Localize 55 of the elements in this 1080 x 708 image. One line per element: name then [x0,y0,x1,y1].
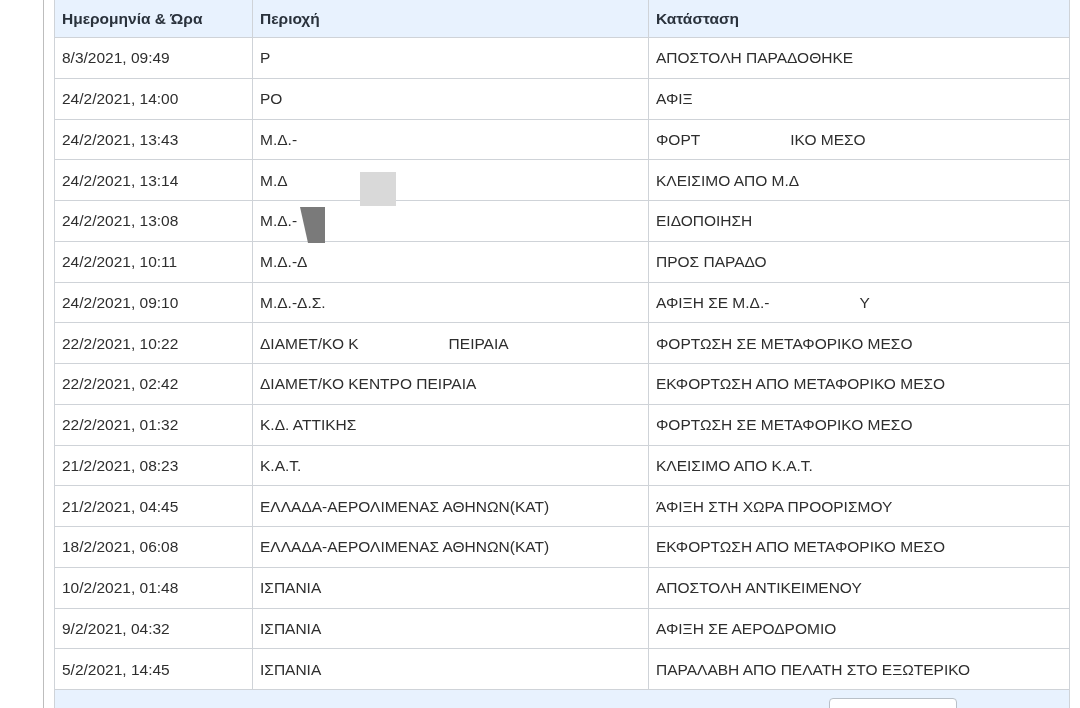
table-cell-text: ΔΙΑΜΕΤ/ΚΟ ΚΕΝΤΡΟ ΠΕΙΡΑΙΑ [260,374,477,395]
table-cell-text: ΑΦΙΞΗ ΣΕ ΑΕΡΟΔΡΟΜΙΟ [656,618,837,639]
table-cell-text: 8/3/2021, 09:49 [62,48,170,69]
table-cell-text: Ρ [260,48,271,69]
table-cell-text: ΕΚΦΟΡΤΩΣΗ ΑΠΟ ΜΕΤΑΦΟΡΙΚΟ ΜΕΣΟ [656,374,946,395]
table-cell-text: ΙΣΠΑΝΙΑ [260,578,322,598]
column-header: Ημερομηνία & Ώρα [62,8,203,29]
table-cell-text: 22/2/2021, 10:22 [62,333,179,354]
table-cell-text: 5/2/2021, 14:45 [62,659,170,680]
table-cell-text: 21/2/2021, 04:45 [62,496,179,517]
table-cell-text: 24/2/2021, 09:10 [62,292,179,313]
redaction-patch [300,207,325,243]
table-cell-text: ΕΚΦΟΡΤΩΣΗ ΑΠΟ ΜΕΤΑΦΟΡΙΚΟ ΜΕΣΟ [656,537,946,558]
table-cell-text: 24/2/2021, 14:00 [62,89,179,109]
table-cell-text: ΑΠΟΣΤΟΛΗ ΑΝΤΙΚΕΙΜΕΝΟΥ [656,578,862,598]
table-cell-text: 22/2/2021, 02:42 [62,374,179,395]
table-cell-text: ΚΛΕΙΣΙΜΟ ΑΠΟ Κ.Α.Τ. [656,455,813,476]
table-cell-text: ΦΟΡΤ [656,129,701,150]
table-cell-text: Μ.Δ.-Δ.Σ. [260,292,326,313]
table-cell-text: ΠΕΙΡΑΙΑ [448,333,509,354]
table-cell-text: Υ [859,292,870,313]
table-cell-text: Κ.Α.Τ. [260,455,302,476]
table-cell-text: 24/2/2021, 10:11 [62,252,178,272]
table-cell-text: 10/2/2021, 01:48 [62,578,179,598]
table-cell-text: ΙΣΠΑΝΙΑ [260,659,322,680]
table-cell-text: ΔΙΑΜΕΤ/ΚΟ Κ [260,333,359,354]
table-cell-text: 24/2/2021, 13:08 [62,211,179,232]
table-cell-text: ΑΠΟΣΤΟΛΗ ΠΑΡΑΔΟΘΗΚΕ [656,48,854,69]
table-cell-text: Μ.Δ [260,170,288,191]
table-cell-text: Μ.Δ.- [260,211,298,232]
table-cell-text: ΠΑΡΑΛΑΒΗ ΑΠΟ ΠΕΛΑΤΗ ΣΤΟ ΕΞΩΤΕΡΙΚΟ [656,659,971,680]
table-cell-text: ΦΟΡΤΩΣΗ ΣΕ ΜΕΤΑΦΟΡΙΚΟ ΜΕΣΟ [656,415,913,435]
table-cell-text: 18/2/2021, 06:08 [62,537,179,558]
table-cell-text: Κ.Δ. ΑΤΤΙΚΗΣ [260,415,357,435]
table-cell-text: ΕΛΛΑΔΑ-ΑΕΡΟΛΙΜΕΝΑΣ ΑΘΗΝΩΝ(ΚΑΤ) [260,537,550,558]
column-header: Κατάσταση [656,8,740,29]
table-cell-text: ΠΡΟΣ ΠΑΡΑΔΟ [656,252,767,272]
table-cell-text: ΙΣΠΑΝΙΑ [260,618,322,639]
table-cell-text: ΆΦΙΞΗ ΣΤΗ ΧΩΡΑ ΠΡΟΟΡΙΣΜΟΥ [656,496,893,517]
table-cell-text: ΑΦΙΞΗ ΣΕ Μ.Δ.- [656,292,770,313]
table-cell-text: ΡΟ [260,89,283,109]
table-cell-text: ΦΟΡΤΩΣΗ ΣΕ ΜΕΤΑΦΟΡΙΚΟ ΜΕΣΟ [656,333,913,354]
table-cell-text: 9/2/2021, 04:32 [62,618,170,639]
table-cell-text: ΑΦΙΞ [656,89,693,109]
table-cell-text: 21/2/2021, 08:23 [62,455,179,476]
column-header: Περιοχή [260,8,320,29]
table-cell-text: ΚΛΕΙΣΙΜΟ ΑΠΟ Μ.Δ [656,170,800,191]
table-cell-text: ΕΙΔΟΠΟΙΗΣΗ [656,211,753,232]
table-cell-text: 24/2/2021, 13:14 [62,170,179,191]
table-cell-text: 22/2/2021, 01:32 [62,415,179,435]
table-cell-text: ΙΚΟ ΜΕΣΟ [790,129,866,150]
table-cell-text: Μ.Δ.-Δ [260,252,308,272]
table-cell-text: Μ.Δ.- [260,129,298,150]
table-cell-text: ΕΛΛΑΔΑ-ΑΕΡΟΛΙΜΕΝΑΣ ΑΘΗΝΩΝ(ΚΑΤ) [260,496,550,517]
table-cell-text: 24/2/2021, 13:43 [62,129,179,150]
